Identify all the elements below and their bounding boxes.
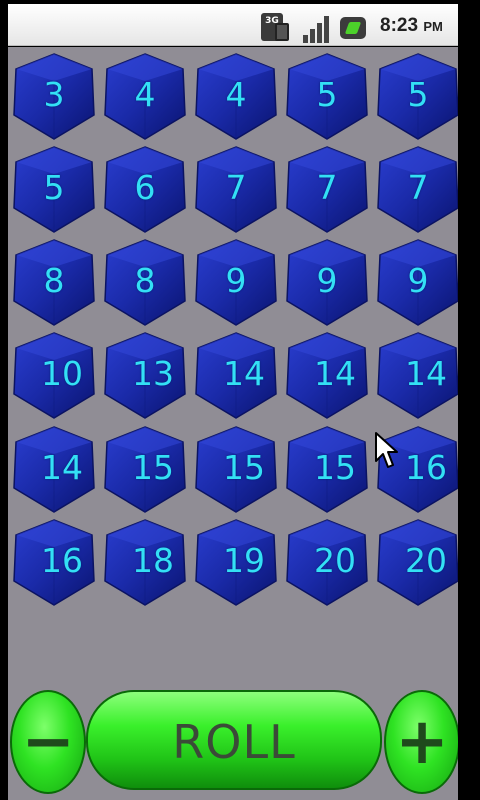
die-value: 5 — [316, 75, 338, 114]
die-value: 19 — [223, 541, 265, 580]
die-value: 8 — [134, 261, 156, 300]
die-value: 14 — [41, 448, 83, 487]
die[interactable]: 8 — [103, 237, 187, 327]
die[interactable]: 20 — [285, 517, 369, 607]
roll-button[interactable]: ROLL — [86, 690, 382, 790]
die-value: 9 — [225, 261, 247, 300]
die[interactable]: 3 — [12, 51, 96, 141]
die-value: 14 — [405, 354, 447, 393]
die-value: 7 — [225, 168, 247, 207]
roll-button-label: ROLL — [172, 715, 296, 769]
dice-board: 3 4 4 5 5 5 6 7 7 7 8 8 9 9 9 10 13 14 14 14 14 15 15 15 16 16 18 1… — [8, 47, 460, 800]
die[interactable]: 20 — [376, 517, 460, 607]
die[interactable]: 9 — [194, 237, 278, 327]
die[interactable]: 10 — [12, 330, 96, 420]
die[interactable]: 5 — [376, 51, 460, 141]
die[interactable]: 5 — [12, 144, 96, 234]
die-value: 4 — [134, 75, 156, 114]
die[interactable]: 14 — [194, 330, 278, 420]
3g-data-icon: 3G — [261, 13, 293, 43]
die[interactable]: 7 — [194, 144, 278, 234]
die-value: 14 — [314, 354, 356, 393]
die-value: 9 — [316, 261, 338, 300]
mouse-pointer-icon — [375, 432, 398, 468]
die[interactable]: 19 — [194, 517, 278, 607]
die[interactable]: 15 — [285, 424, 369, 514]
die-value: 13 — [132, 354, 174, 393]
die-value: 5 — [43, 168, 65, 207]
die[interactable]: 9 — [376, 237, 460, 327]
status-bar: 3G 8:23 PM — [8, 4, 458, 46]
die-value: 14 — [223, 354, 265, 393]
die[interactable]: 14 — [285, 330, 369, 420]
die[interactable]: 13 — [103, 330, 187, 420]
die[interactable]: 15 — [194, 424, 278, 514]
die-value: 4 — [225, 75, 247, 114]
die[interactable]: 16 — [12, 517, 96, 607]
die-value: 10 — [41, 354, 83, 393]
plus-icon: + — [395, 705, 449, 779]
die[interactable]: 5 — [285, 51, 369, 141]
die[interactable]: 14 — [376, 330, 460, 420]
die-value: 16 — [41, 541, 83, 580]
die[interactable]: 7 — [376, 144, 460, 234]
die-value: 7 — [407, 168, 429, 207]
die-value: 6 — [134, 168, 156, 207]
die[interactable]: 7 — [285, 144, 369, 234]
die[interactable]: 4 — [194, 51, 278, 141]
die-value: 8 — [43, 261, 65, 300]
die-value: 7 — [316, 168, 338, 207]
die-value: 15 — [314, 448, 356, 487]
die[interactable]: 18 — [103, 517, 187, 607]
status-clock: 8:23 PM — [380, 15, 443, 36]
die-value: 18 — [132, 541, 174, 580]
die-value: 20 — [314, 541, 356, 580]
die[interactable]: 14 — [12, 424, 96, 514]
battery-charging-icon — [338, 13, 372, 43]
die[interactable]: 4 — [103, 51, 187, 141]
phone-frame: 3G 8:23 PM 3 4 4 5 5 5 6 7 7 7 8 8 9 9 9 10 13 14 14 14 14 15… — [0, 0, 480, 800]
die-value: 20 — [405, 541, 447, 580]
add-die-button[interactable]: + — [384, 690, 460, 794]
die-value: 9 — [407, 261, 429, 300]
die[interactable]: 15 — [103, 424, 187, 514]
screen-edge — [458, 0, 480, 800]
signal-strength-icon — [301, 13, 331, 43]
minus-icon: − — [21, 705, 75, 779]
die-value: 5 — [407, 75, 429, 114]
die[interactable]: 9 — [285, 237, 369, 327]
die-value: 15 — [132, 448, 174, 487]
die[interactable]: 8 — [12, 237, 96, 327]
control-bar: − ROLL + — [8, 690, 460, 800]
die-value: 3 — [43, 75, 65, 114]
remove-die-button[interactable]: − — [10, 690, 86, 794]
die-value: 15 — [223, 448, 265, 487]
die[interactable]: 6 — [103, 144, 187, 234]
